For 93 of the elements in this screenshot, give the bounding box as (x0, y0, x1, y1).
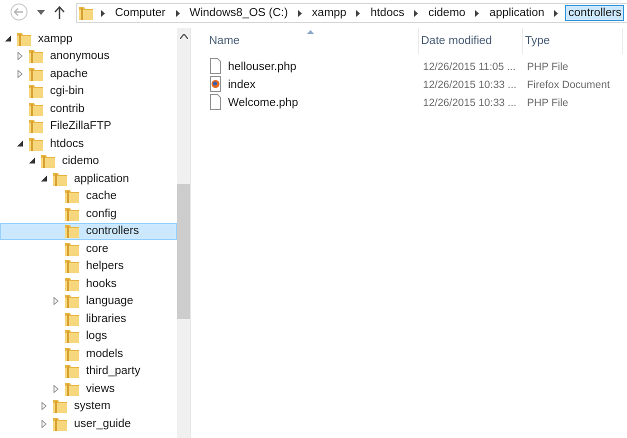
expanded-icon[interactable] (29, 157, 36, 166)
file-type: Firefox Document (526, 78, 611, 90)
browser-document-icon (209, 76, 222, 93)
date-modified: 12/26/2015 10:33 ... (422, 78, 518, 90)
folder-icon (64, 206, 80, 222)
breadcrumb[interactable]: controllers (565, 5, 624, 21)
folder-icon (64, 310, 80, 327)
breadcrumb[interactable]: Windows8_OS (C:) (186, 5, 291, 21)
file-name[interactable]: hellouser.php (228, 60, 296, 72)
collapsed-icon[interactable] (17, 52, 24, 60)
tree-item[interactable]: htdocs (50, 138, 84, 150)
breadcrumb[interactable]: htdocs (367, 5, 408, 21)
breadcrumb[interactable]: Computer (112, 5, 168, 21)
tree-item[interactable]: language (86, 295, 134, 308)
tree-item[interactable]: cache (86, 190, 117, 202)
folder-icon (78, 5, 94, 21)
folder-icon (64, 258, 80, 274)
tree-item[interactable]: application (74, 172, 129, 185)
tree-item[interactable]: models (86, 348, 124, 360)
tree-item[interactable]: hooks (86, 278, 117, 290)
folder-icon (64, 293, 80, 310)
tree-item[interactable]: logs (86, 330, 108, 342)
chevron-icon (101, 10, 105, 16)
chevron-icon (356, 10, 360, 16)
tree-item[interactable]: anonymous (50, 50, 110, 62)
scrollbar[interactable] (177, 28, 190, 438)
scroll-up-icon[interactable] (180, 34, 188, 39)
tree-item[interactable]: cgi-bin (50, 85, 84, 98)
folder-icon (52, 170, 68, 187)
expanded-icon[interactable] (17, 140, 24, 148)
folder-icon (40, 153, 56, 170)
up-arrow-icon[interactable] (54, 6, 65, 18)
tree-item[interactable]: apache (50, 68, 88, 80)
tree-item[interactable]: controllers (0, 222, 177, 240)
folder-icon (64, 328, 80, 344)
breadcrumb[interactable]: application (486, 5, 548, 21)
chevron-icon (475, 10, 480, 16)
folder-icon (64, 346, 80, 362)
document-icon (209, 58, 222, 75)
folder-icon (64, 223, 80, 240)
column-header[interactable]: Type (523, 28, 623, 54)
chevron-icon (298, 10, 302, 16)
collapsed-icon[interactable] (53, 384, 60, 393)
column-header[interactable]: Name (207, 28, 419, 54)
folder-icon (52, 398, 68, 414)
folder-icon (28, 83, 44, 100)
tree-item[interactable]: views (86, 382, 115, 395)
folder-icon (28, 136, 44, 152)
back-icon[interactable] (10, 3, 28, 21)
folder-icon (64, 380, 80, 397)
tree-item[interactable]: xampp (38, 32, 73, 45)
folder-icon (28, 118, 44, 134)
date-modified: 12/26/2015 10:33 ... (422, 96, 518, 108)
dropdown-icon[interactable] (37, 10, 45, 14)
expanded-icon[interactable] (41, 174, 48, 183)
tree-item[interactable]: core (86, 242, 108, 255)
folder-icon (64, 276, 80, 292)
folder-icon (64, 240, 80, 257)
file-type: PHP File (526, 96, 570, 108)
tree-item[interactable]: FileZillaFTP (50, 120, 112, 132)
folder-icon (64, 363, 80, 380)
collapsed-icon[interactable] (17, 70, 24, 78)
document-icon (209, 94, 222, 111)
tree-item[interactable]: third_party (86, 365, 140, 378)
breadcrumb[interactable]: cidemo (425, 5, 468, 21)
folder-icon (28, 66, 44, 82)
chevron-icon (176, 10, 180, 16)
collapsed-icon[interactable] (53, 297, 60, 306)
collapsed-icon[interactable] (41, 402, 48, 410)
collapsed-icon[interactable] (41, 420, 48, 428)
scroll-thumb[interactable] (177, 184, 190, 319)
breadcrumb[interactable]: xampp (308, 5, 350, 21)
folder-icon (64, 188, 80, 204)
folder-icon (16, 30, 32, 47)
tree-item[interactable]: contrib (50, 102, 85, 115)
expanded-icon[interactable] (5, 34, 12, 43)
tree-item[interactable]: user_guide (74, 418, 131, 430)
folder-icon (28, 48, 44, 64)
tree-item[interactable]: libraries (86, 312, 126, 325)
file-type: PHP File (526, 60, 570, 72)
tree-item[interactable]: system (74, 400, 110, 412)
folder-icon (28, 100, 44, 117)
address-bar[interactable]: Computer Windows8_OS (C:) xampp htdocs cidemo application controllers (76, 3, 627, 23)
column-header[interactable]: Date modified (419, 28, 523, 54)
file-name[interactable]: Welcome.php (228, 96, 298, 108)
folder-icon (52, 416, 68, 432)
tree-item[interactable]: helpers (86, 260, 124, 272)
file-name[interactable]: index (228, 78, 256, 90)
chevron-icon (554, 10, 558, 16)
tree-item[interactable]: cidemo (62, 155, 100, 168)
tree-item[interactable]: config (86, 208, 117, 220)
date-modified: 12/26/2015 11:05 ... (422, 60, 517, 72)
chevron-icon (414, 10, 418, 16)
